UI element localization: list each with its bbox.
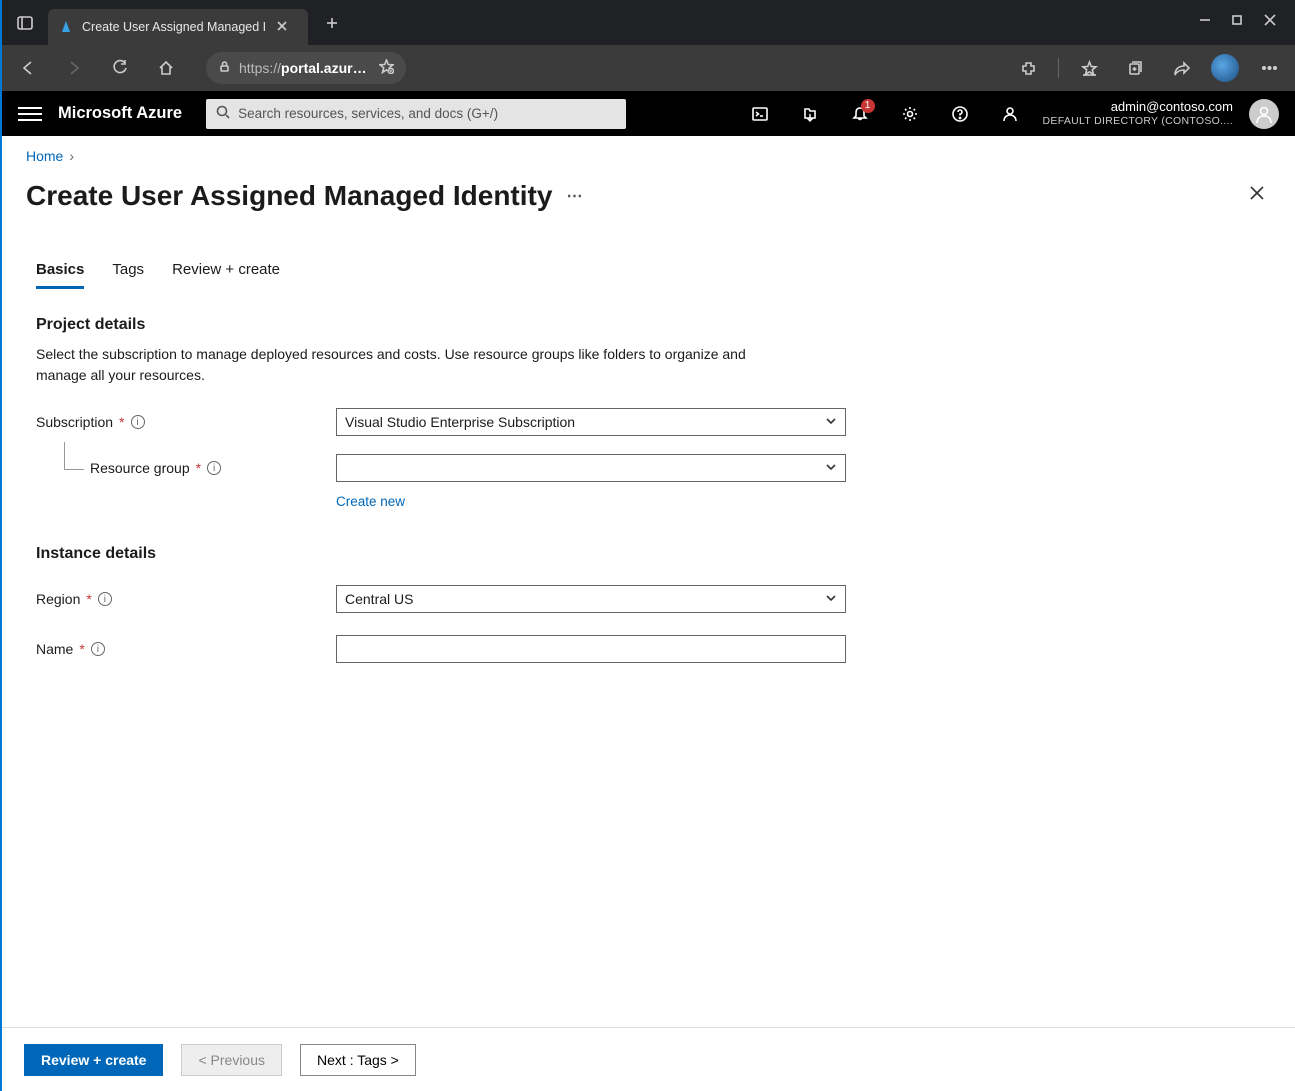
tab-review[interactable]: Review + create	[172, 261, 280, 289]
forward-button[interactable]	[58, 52, 90, 84]
maximize-window-icon[interactable]	[1231, 13, 1243, 32]
name-label: Name* i	[36, 641, 336, 657]
resource-group-select[interactable]	[336, 454, 846, 482]
user-avatar[interactable]	[1249, 99, 1279, 129]
lock-icon	[218, 60, 231, 76]
toolbar-divider	[1058, 58, 1059, 78]
close-blade-icon[interactable]	[1243, 178, 1271, 213]
tab-title: Create User Assigned Managed I	[82, 20, 266, 34]
back-button[interactable]	[12, 52, 44, 84]
region-value: Central US	[345, 591, 413, 607]
project-details-heading: Project details	[36, 316, 1261, 334]
form-tabs: Basics Tags Review + create	[36, 261, 1261, 290]
extensions-icon[interactable]	[1012, 52, 1044, 84]
user-account[interactable]: admin@contoso.com DEFAULT DIRECTORY (CON…	[1043, 99, 1233, 127]
breadcrumb-home[interactable]: Home	[26, 148, 63, 164]
settings-icon[interactable]	[893, 97, 927, 131]
browser-tab[interactable]: Create User Assigned Managed I	[48, 9, 308, 45]
close-window-icon[interactable]	[1263, 13, 1277, 32]
collections-icon[interactable]	[1119, 52, 1151, 84]
subscription-value: Visual Studio Enterprise Subscription	[345, 414, 575, 430]
favorite-icon[interactable]	[379, 59, 394, 77]
search-icon	[216, 105, 230, 122]
user-directory: DEFAULT DIRECTORY (CONTOSO....	[1043, 115, 1233, 128]
chevron-down-icon	[825, 414, 837, 430]
user-email: admin@contoso.com	[1043, 99, 1233, 115]
review-create-button[interactable]: Review + create	[24, 1044, 163, 1076]
browser-addressbar: https://portal.azur…	[2, 45, 1295, 91]
tab-actions-icon[interactable]	[10, 8, 40, 38]
browser-titlebar: Create User Assigned Managed I	[2, 0, 1295, 45]
refresh-button[interactable]	[104, 52, 136, 84]
create-new-link[interactable]: Create new	[336, 494, 405, 509]
portal-menu-button[interactable]	[18, 107, 42, 121]
tab-basics[interactable]: Basics	[36, 261, 84, 289]
breadcrumb: Home ›	[26, 148, 1271, 164]
new-tab-button[interactable]	[318, 9, 346, 37]
previous-button: < Previous	[181, 1044, 282, 1076]
more-actions-icon[interactable]: ⋯	[566, 186, 584, 206]
search-input[interactable]: Search resources, services, and docs (G+…	[206, 99, 626, 129]
share-icon[interactable]	[1165, 52, 1197, 84]
favorites-icon[interactable]	[1073, 52, 1105, 84]
subscription-label: Subscription* i	[36, 414, 336, 430]
feedback-icon[interactable]	[993, 97, 1027, 131]
page-title: Create User Assigned Managed Identity	[26, 180, 552, 212]
next-button[interactable]: Next : Tags >	[300, 1044, 416, 1076]
search-placeholder: Search resources, services, and docs (G+…	[238, 106, 498, 121]
info-icon[interactable]: i	[131, 415, 145, 429]
chevron-down-icon	[825, 591, 837, 607]
info-icon[interactable]: i	[98, 592, 112, 606]
info-icon[interactable]: i	[207, 461, 221, 475]
cloud-shell-icon[interactable]	[743, 97, 777, 131]
tab-tags[interactable]: Tags	[112, 261, 144, 289]
notifications-icon[interactable]: 1	[843, 97, 877, 131]
azure-favicon-icon	[58, 19, 74, 35]
browser-menu-icon[interactable]	[1253, 52, 1285, 84]
blade-footer: Review + create < Previous Next : Tags >	[2, 1027, 1295, 1091]
resource-group-label: Resource group* i	[36, 460, 336, 476]
notification-badge: 1	[861, 99, 875, 113]
url-box[interactable]: https://portal.azur…	[206, 52, 406, 84]
region-label: Region* i	[36, 591, 336, 607]
project-details-desc: Select the subscription to manage deploy…	[36, 344, 796, 386]
directories-icon[interactable]	[793, 97, 827, 131]
chevron-down-icon	[825, 460, 837, 476]
instance-details-heading: Instance details	[36, 545, 1261, 563]
chevron-right-icon: ›	[69, 148, 74, 164]
url-text: https://portal.azur…	[239, 60, 367, 76]
help-icon[interactable]	[943, 97, 977, 131]
azure-logo[interactable]: Microsoft Azure	[58, 104, 182, 123]
home-button[interactable]	[150, 52, 182, 84]
region-select[interactable]: Central US	[336, 585, 846, 613]
minimize-window-icon[interactable]	[1199, 13, 1211, 32]
blade-content: Home › Create User Assigned Managed Iden…	[2, 136, 1295, 1027]
browser-profile-icon[interactable]	[1211, 54, 1239, 82]
info-icon[interactable]: i	[91, 642, 105, 656]
azure-topbar: Microsoft Azure Search resources, servic…	[2, 91, 1295, 136]
subscription-select[interactable]: Visual Studio Enterprise Subscription	[336, 408, 846, 436]
close-tab-icon[interactable]	[276, 20, 288, 35]
name-input[interactable]	[336, 635, 846, 663]
